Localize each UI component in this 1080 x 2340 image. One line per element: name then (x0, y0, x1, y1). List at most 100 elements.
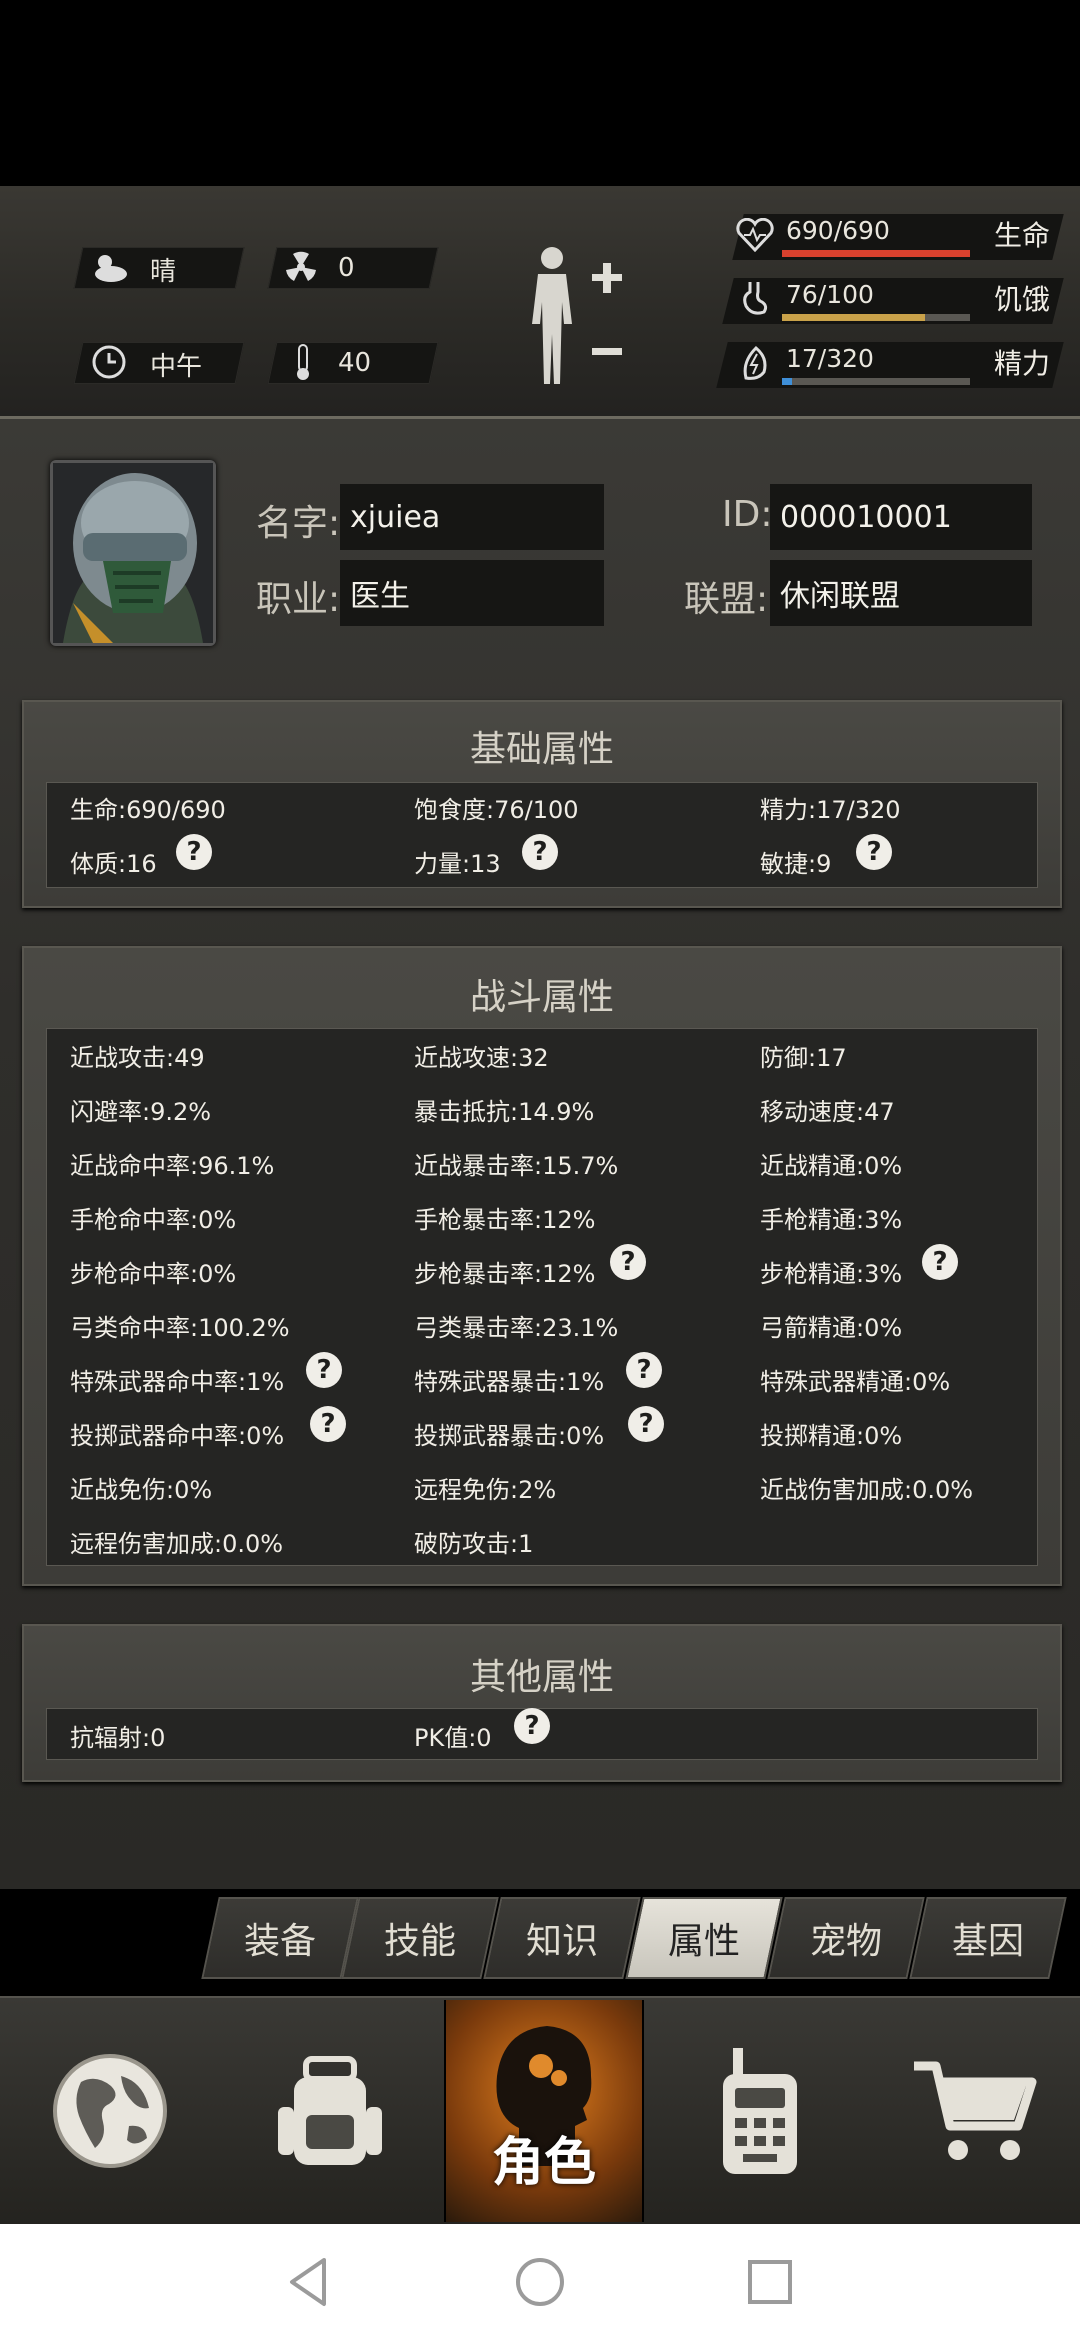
tab-skills[interactable]: 技能 (341, 1897, 499, 1979)
health-bar (782, 250, 970, 257)
tab-pets[interactable]: 宠物 (767, 1897, 925, 1979)
walkie-talkie-icon (723, 2048, 797, 2174)
tab-label: 技能 (383, 1921, 456, 1962)
hunger-label: 饥饿 (994, 283, 1051, 316)
help-icon-special-hit[interactable]: ? (306, 1352, 342, 1388)
attr-strength: 力量:13 (414, 850, 501, 878)
combat-attr-item: 手枪暴击率:12% (414, 1206, 596, 1234)
combat-attr-item: 投掷武器暴击:0% (414, 1422, 605, 1450)
combat-attr-item: 近战伤害加成:0.0% (760, 1476, 974, 1504)
energy-icon (734, 342, 776, 384)
tab-label: 基因 (951, 1921, 1024, 1962)
combat-attr-item: 特殊武器精通:0% (760, 1368, 951, 1396)
help-icon-pk[interactable]: ? (514, 1708, 550, 1744)
tab-label: 宠物 (809, 1921, 882, 1962)
attr-health: 生命:690/690 (70, 796, 226, 824)
backpack-icon (278, 2056, 382, 2165)
help-icon-constitution[interactable]: ? (176, 834, 212, 870)
combat-attr-item: 步枪精通:3% (760, 1260, 903, 1288)
body-status-icon[interactable] (520, 244, 630, 390)
combat-attr-item: 近战命中率:96.1% (70, 1152, 275, 1180)
attr-satiety: 饱食度:76/100 (414, 796, 579, 824)
cloud-sun-icon (88, 246, 130, 288)
alliance-field: 休闲联盟 (770, 560, 1032, 626)
hunger-value: 76/100 (786, 280, 874, 309)
nav-map-button[interactable] (20, 2000, 200, 2222)
clock-icon (88, 341, 130, 383)
attr-pk-value: PK值:0 (414, 1724, 492, 1752)
nav-backpack-button[interactable] (240, 2000, 420, 2222)
thermometer-icon (282, 341, 324, 383)
health-label: 生命 (994, 219, 1051, 252)
cart-icon (914, 2061, 1037, 2160)
temperature-value: 40 (338, 348, 372, 378)
tab-attributes[interactable]: 属性 (625, 1897, 783, 1979)
tab-label: 装备 (243, 1921, 316, 1962)
combat-attr-item: 弓箭精通:0% (760, 1314, 903, 1342)
tab-label: 属性 (667, 1921, 740, 1962)
back-icon[interactable] (286, 2256, 330, 2312)
tab-equipment[interactable]: 装备 (201, 1897, 359, 1979)
recents-icon[interactable] (746, 2258, 794, 2310)
nav-radio-button[interactable] (670, 2000, 850, 2222)
avatar[interactable] (50, 460, 216, 646)
nav-character-button[interactable]: 角色 (444, 2000, 644, 2222)
help-icon-throw-hit[interactable]: ? (310, 1406, 346, 1442)
status-bar (0, 0, 1080, 186)
tab-genes[interactable]: 基因 (909, 1897, 1067, 1979)
help-icon-agility[interactable]: ? (856, 834, 892, 870)
attr-agility: 敏捷:9 (760, 850, 832, 878)
id-field: 000010001 (770, 484, 1032, 550)
hunger-bar-fill (782, 314, 925, 321)
combat-attr-item: 投掷武器命中率:0% (70, 1422, 285, 1450)
health-bar-fill (782, 250, 970, 257)
tab-knowledge[interactable]: 知识 (483, 1897, 641, 1979)
attr-radiation-resist: 抗辐射:0 (70, 1724, 166, 1752)
help-icon-rifle-mastery[interactable]: ? (922, 1244, 958, 1280)
section-title: 其他属性 (469, 1657, 614, 1698)
name-label: 名字: (256, 503, 341, 544)
combat-attr-item: 闪避率:9.2% (70, 1098, 212, 1126)
combat-attr-item: 步枪暴击率:12% (414, 1260, 596, 1288)
health-value: 690/690 (786, 216, 890, 245)
help-icon-rifle-crit[interactable]: ? (610, 1244, 646, 1280)
globe-icon (53, 2054, 167, 2168)
energy-bar-fill (782, 378, 792, 385)
combat-attr-item: 步枪命中率:0% (70, 1260, 237, 1288)
section-title: 基础属性 (469, 729, 614, 770)
tab-label: 知识 (525, 1921, 598, 1962)
weather-text: 晴 (150, 257, 177, 287)
alliance-label: 联盟: (684, 579, 769, 620)
nav-shop-button[interactable] (880, 2000, 1070, 2222)
combat-attr-item: 近战免伤:0% (70, 1476, 213, 1504)
combat-attr-item: 防御:17 (760, 1044, 847, 1072)
combat-attr-item: 破防攻击:1 (414, 1530, 534, 1558)
energy-bar (782, 378, 970, 385)
radiation-icon (280, 246, 322, 288)
help-icon-strength[interactable]: ? (522, 834, 558, 870)
combat-attr-item: 手枪精通:3% (760, 1206, 903, 1234)
name-field: xjuiea (340, 484, 604, 550)
combat-attr-item: 近战攻击:49 (70, 1044, 205, 1072)
hunger-bar (782, 314, 970, 321)
nav-character-label: 角色 (492, 2133, 597, 2193)
home-icon[interactable] (514, 2256, 566, 2312)
section-title: 战斗属性 (469, 977, 614, 1018)
combat-attr-item: 近战攻速:32 (414, 1044, 549, 1072)
help-icon-throw-crit[interactable]: ? (628, 1406, 664, 1442)
combat-attr-item: 手枪命中率:0% (70, 1206, 237, 1234)
energy-label: 精力 (994, 347, 1051, 380)
id-label: ID: (722, 494, 773, 535)
combat-attr-item: 特殊武器命中率:1% (70, 1368, 285, 1396)
job-label: 职业: (256, 579, 341, 620)
combat-attr-item: 近战暴击率:15.7% (414, 1152, 619, 1180)
combat-attr-item: 近战精通:0% (760, 1152, 903, 1180)
energy-value: 17/320 (786, 344, 874, 373)
combat-attr-item: 移动速度:47 (760, 1098, 895, 1126)
attr-constitution: 体质:16 (70, 850, 157, 878)
combat-attr-item: 投掷精通:0% (760, 1422, 903, 1450)
other-attributes-section: 其他属性 (22, 1624, 1062, 1782)
help-icon-special-crit[interactable]: ? (626, 1352, 662, 1388)
time-of-day-text: 中午 (150, 352, 203, 382)
attr-energy: 精力:17/320 (760, 796, 901, 824)
